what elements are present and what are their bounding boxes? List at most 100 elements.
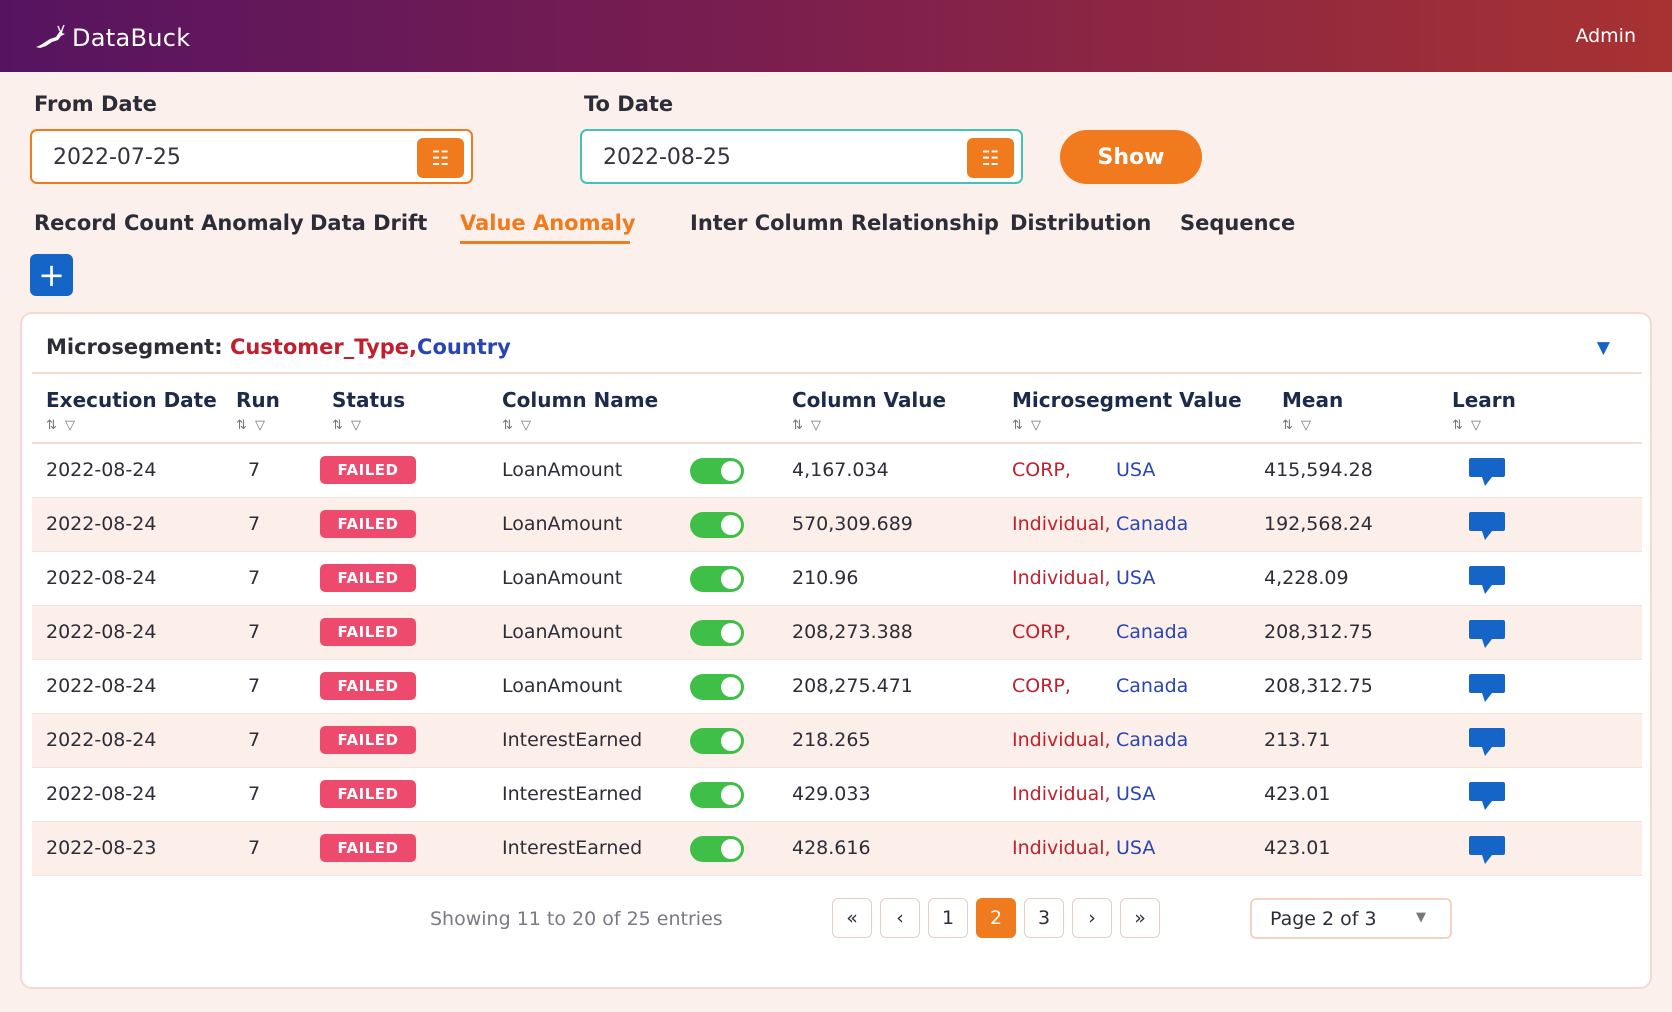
learn-comment-icon[interactable] — [1468, 834, 1506, 866]
microsegment-value-2: Country — [417, 335, 511, 359]
cell-column-name: InterestEarned — [502, 837, 643, 859]
calendar-icon[interactable]: ☷ — [417, 138, 464, 178]
prev-page-button[interactable]: ‹ — [880, 898, 920, 938]
enable-toggle[interactable] — [690, 836, 744, 862]
cell-column-value: 208,273.388 — [792, 621, 913, 643]
col-header-column-name[interactable]: Column Name — [502, 388, 658, 412]
cell-microsegment-country: Canada — [1116, 675, 1189, 697]
sort-filter-icon[interactable]: ⇅ ▽ — [1012, 418, 1043, 433]
cell-column-value: 429.033 — [792, 783, 871, 805]
learn-comment-icon[interactable] — [1468, 672, 1506, 704]
microsegment-label: Microsegment: — [46, 335, 223, 359]
tab-sequence[interactable]: Sequence — [1180, 211, 1295, 235]
cell-column-name: LoanAmount — [502, 567, 623, 589]
cell-column-value: 570,309.689 — [792, 513, 913, 535]
cell-execution-date: 2022-08-24 — [46, 729, 157, 751]
learn-comment-icon[interactable] — [1468, 456, 1506, 488]
tab-inter-column-relationship[interactable]: Inter Column Relationship — [690, 211, 999, 235]
first-page-button[interactable]: « — [832, 898, 872, 938]
enable-toggle[interactable] — [690, 728, 744, 754]
cell-execution-date: 2022-08-23 — [46, 837, 157, 859]
page-button-2[interactable]: 2 — [976, 898, 1016, 938]
sort-filter-icon[interactable]: ⇅ ▽ — [1452, 418, 1483, 433]
cell-microsegment-type: CORP, — [1012, 459, 1071, 481]
from-date-input[interactable]: 2022-07-25 ☷ — [30, 129, 473, 184]
col-header-status[interactable]: Status — [332, 388, 405, 412]
table-row: 2022-08-24 7 FAILED LoanAmount 210.96 In… — [32, 552, 1642, 606]
cell-column-value: 218.265 — [792, 729, 871, 751]
cell-microsegment-type: Individual, — [1012, 729, 1111, 751]
col-header-microsegment-value[interactable]: Microsegment Value — [1012, 388, 1242, 412]
cell-microsegment-type: Individual, — [1012, 837, 1111, 859]
deer-leap-icon — [36, 25, 65, 48]
page-button-3[interactable]: 3 — [1024, 898, 1064, 938]
cell-microsegment-type: CORP, — [1012, 675, 1071, 697]
learn-comment-icon[interactable] — [1468, 780, 1506, 812]
col-header-learn[interactable]: Learn — [1452, 388, 1516, 412]
cell-microsegment-type: Individual, — [1012, 783, 1111, 805]
show-button[interactable]: Show — [1060, 130, 1202, 184]
next-page-button[interactable]: › — [1072, 898, 1112, 938]
col-header-run[interactable]: Run — [236, 388, 280, 412]
learn-comment-icon[interactable] — [1468, 618, 1506, 650]
cell-execution-date: 2022-08-24 — [46, 675, 157, 697]
table-row: 2022-08-24 7 FAILED InterestEarned 218.2… — [32, 714, 1642, 768]
col-header-execution-date[interactable]: Execution Date — [46, 388, 217, 412]
tab-distribution[interactable]: Distribution — [1010, 211, 1151, 235]
collapse-toggle-icon[interactable]: ▼ — [1597, 338, 1610, 358]
sort-filter-icon[interactable]: ⇅ ▽ — [332, 418, 363, 433]
tab-data-drift[interactable]: Data Drift — [310, 211, 427, 235]
cell-column-value: 210.96 — [792, 567, 859, 589]
pagination-info: Showing 11 to 20 of 25 entries — [430, 908, 723, 930]
enable-toggle[interactable] — [690, 512, 744, 538]
cell-mean: 208,312.75 — [1264, 621, 1373, 643]
brand-name: DataBuck — [72, 24, 191, 52]
learn-comment-icon[interactable] — [1468, 564, 1506, 596]
table-row: 2022-08-24 7 FAILED LoanAmount 4,167.034… — [32, 444, 1642, 498]
cell-microsegment-type: Individual, — [1012, 567, 1111, 589]
col-header-mean[interactable]: Mean — [1282, 388, 1343, 412]
enable-toggle[interactable] — [690, 782, 744, 808]
cell-microsegment-country: Canada — [1116, 621, 1189, 643]
sort-filter-icon[interactable]: ⇅ ▽ — [502, 418, 533, 433]
table-row: 2022-08-24 7 FAILED LoanAmount 570,309.6… — [32, 498, 1642, 552]
calendar-icon[interactable]: ☷ — [967, 138, 1014, 178]
enable-toggle[interactable] — [690, 566, 744, 592]
page-select[interactable]: Page 2 of 3 ▼ — [1250, 898, 1452, 939]
sort-filter-icon[interactable]: ⇅ ▽ — [792, 418, 823, 433]
learn-comment-icon[interactable] — [1468, 510, 1506, 542]
tab-value-anomaly[interactable]: Value Anomaly — [460, 211, 636, 235]
sort-filter-icon[interactable]: ⇅ ▽ — [236, 418, 267, 433]
cell-mean: 208,312.75 — [1264, 675, 1373, 697]
col-header-column-value[interactable]: Column Value — [792, 388, 946, 412]
sort-filter-icon[interactable]: ⇅ ▽ — [46, 418, 77, 433]
tab-record-count-anomaly[interactable]: Record Count Anomaly — [34, 211, 304, 235]
cell-mean: 415,594.28 — [1264, 459, 1373, 481]
to-date-value: 2022-08-25 — [603, 145, 731, 170]
enable-toggle[interactable] — [690, 674, 744, 700]
cell-execution-date: 2022-08-24 — [46, 513, 157, 535]
cell-microsegment-country: USA — [1116, 783, 1156, 805]
table-row: 2022-08-24 7 FAILED LoanAmount 208,275.4… — [32, 660, 1642, 714]
table-row: 2022-08-23 7 FAILED InterestEarned 428.6… — [32, 822, 1642, 876]
add-button[interactable]: + — [30, 254, 73, 296]
sort-filter-icon[interactable]: ⇅ ▽ — [1282, 418, 1313, 433]
last-page-button[interactable]: » — [1120, 898, 1160, 938]
microsegment-value-1: Customer_Type, — [229, 335, 418, 359]
status-badge: FAILED — [320, 564, 416, 592]
enable-toggle[interactable] — [690, 458, 744, 484]
user-menu[interactable]: Admin — [1575, 25, 1636, 47]
table-row: 2022-08-24 7 FAILED InterestEarned 429.0… — [32, 768, 1642, 822]
to-date-input[interactable]: 2022-08-25 ☷ — [580, 129, 1023, 184]
status-badge: FAILED — [320, 780, 416, 808]
cell-column-value: 208,275.471 — [792, 675, 913, 697]
status-badge: FAILED — [320, 726, 416, 754]
cell-mean: 4,228.09 — [1264, 567, 1349, 589]
cell-microsegment-type: CORP, — [1012, 621, 1071, 643]
enable-toggle[interactable] — [690, 620, 744, 646]
learn-comment-icon[interactable] — [1468, 726, 1506, 758]
top-bar: DataBuck Admin — [0, 0, 1672, 72]
brand-logo[interactable]: DataBuck — [34, 24, 190, 52]
microsegment-title: Microsegment: Customer_Type,Country — [46, 335, 511, 359]
page-button-1[interactable]: 1 — [928, 898, 968, 938]
